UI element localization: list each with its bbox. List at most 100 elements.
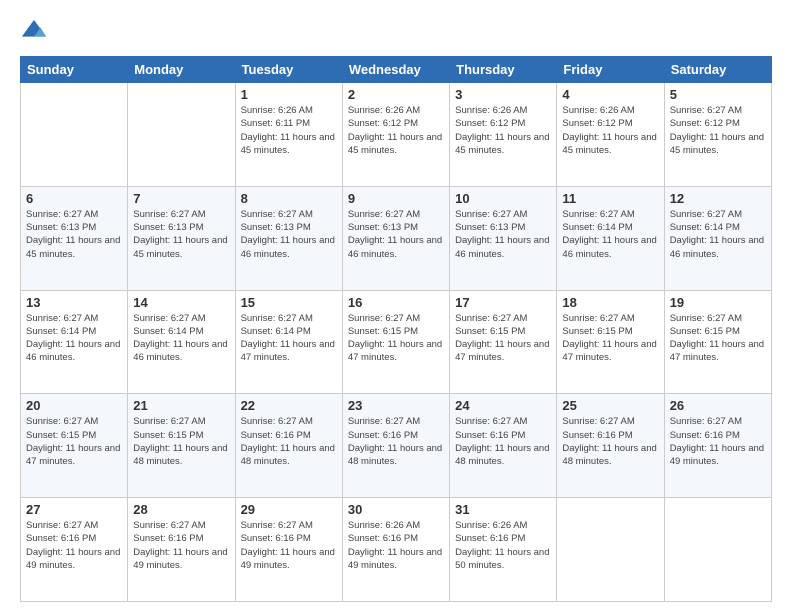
calendar-cell: 16 Sunrise: 6:27 AM Sunset: 6:15 PM Dayli… <box>342 290 449 394</box>
day-info: Sunrise: 6:27 AM Sunset: 6:16 PM Dayligh… <box>348 415 444 468</box>
day-number: 17 <box>455 295 551 310</box>
day-number: 16 <box>348 295 444 310</box>
calendar-cell: 12Sunrise: 6:27 AM Sunset: 6:14 PM Dayli… <box>664 186 771 290</box>
day-info: Sunrise: 6:27 AM Sunset: 6:13 PM Dayligh… <box>26 208 122 261</box>
day-info: Sunrise: 6:27 AM Sunset: 6:14 PM Dayligh… <box>670 208 766 261</box>
day-number: 19 <box>670 295 766 310</box>
day-info: Sunrise: 6:27 AM Sunset: 6:13 PM Dayligh… <box>348 208 444 261</box>
day-info: Sunrise: 6:27 AM Sunset: 6:16 PM Dayligh… <box>241 519 337 572</box>
calendar-cell: 23 Sunrise: 6:27 AM Sunset: 6:16 PM Dayli… <box>342 394 449 498</box>
weekday-header-row: SundayMondayTuesdayWednesdayThursdayFrid… <box>21 57 772 83</box>
day-info: Sunrise: 6:27 AM Sunset: 6:16 PM Dayligh… <box>670 415 766 468</box>
calendar-table: SundayMondayTuesdayWednesdayThursdayFrid… <box>20 56 772 602</box>
day-number: 22 <box>241 398 337 413</box>
day-info: Sunrise: 6:27 AM Sunset: 6:15 PM Dayligh… <box>562 312 658 365</box>
day-info: Sunrise: 6:26 AM Sunset: 6:12 PM Dayligh… <box>562 104 658 157</box>
logo <box>20 18 50 46</box>
day-number: 23 <box>348 398 444 413</box>
calendar-cell: 5 Sunrise: 6:27 AM Sunset: 6:12 PM Daylig… <box>664 83 771 187</box>
calendar-week-4: 20 Sunrise: 6:27 AM Sunset: 6:15 PM Dayli… <box>21 394 772 498</box>
logo-icon <box>20 18 48 46</box>
day-number: 8 <box>241 191 337 206</box>
day-info: Sunrise: 6:27 AM Sunset: 6:15 PM Dayligh… <box>26 415 122 468</box>
weekday-header-tuesday: Tuesday <box>235 57 342 83</box>
calendar-cell: 22 Sunrise: 6:27 AM Sunset: 6:16 PM Dayli… <box>235 394 342 498</box>
calendar-cell: 19 Sunrise: 6:27 AM Sunset: 6:15 PM Dayli… <box>664 290 771 394</box>
day-info: Sunrise: 6:27 AM Sunset: 6:16 PM Dayligh… <box>241 415 337 468</box>
day-info: Sunrise: 6:27 AM Sunset: 6:15 PM Dayligh… <box>348 312 444 365</box>
weekday-header-saturday: Saturday <box>664 57 771 83</box>
calendar-cell: 2Sunrise: 6:26 AM Sunset: 6:12 PM Daylig… <box>342 83 449 187</box>
weekday-header-friday: Friday <box>557 57 664 83</box>
calendar-cell: 9 Sunrise: 6:27 AM Sunset: 6:13 PM Daylig… <box>342 186 449 290</box>
day-number: 30 <box>348 502 444 517</box>
calendar-week-5: 27 Sunrise: 6:27 AM Sunset: 6:16 PM Dayli… <box>21 498 772 602</box>
weekday-header-thursday: Thursday <box>450 57 557 83</box>
day-number: 10 <box>455 191 551 206</box>
calendar-cell: 31 Sunrise: 6:26 AM Sunset: 6:16 PM Dayli… <box>450 498 557 602</box>
day-number: 3 <box>455 87 551 102</box>
calendar-cell <box>557 498 664 602</box>
day-info: Sunrise: 6:26 AM Sunset: 6:12 PM Dayligh… <box>348 104 444 157</box>
day-info: Sunrise: 6:26 AM Sunset: 6:12 PM Dayligh… <box>455 104 551 157</box>
day-number: 20 <box>26 398 122 413</box>
calendar-week-1: 1Sunrise: 6:26 AM Sunset: 6:11 PM Daylig… <box>21 83 772 187</box>
day-number: 14 <box>133 295 229 310</box>
day-info: Sunrise: 6:27 AM Sunset: 6:16 PM Dayligh… <box>133 519 229 572</box>
calendar-cell: 1Sunrise: 6:26 AM Sunset: 6:11 PM Daylig… <box>235 83 342 187</box>
calendar-cell: 14 Sunrise: 6:27 AM Sunset: 6:14 PM Dayli… <box>128 290 235 394</box>
day-info: Sunrise: 6:26 AM Sunset: 6:11 PM Dayligh… <box>241 104 337 157</box>
day-info: Sunrise: 6:27 AM Sunset: 6:13 PM Dayligh… <box>455 208 551 261</box>
calendar-cell: 13 Sunrise: 6:27 AM Sunset: 6:14 PM Dayli… <box>21 290 128 394</box>
day-info: Sunrise: 6:27 AM Sunset: 6:16 PM Dayligh… <box>562 415 658 468</box>
calendar-cell: 25 Sunrise: 6:27 AM Sunset: 6:16 PM Dayli… <box>557 394 664 498</box>
calendar-cell: 24Sunrise: 6:27 AM Sunset: 6:16 PM Dayli… <box>450 394 557 498</box>
day-info: Sunrise: 6:27 AM Sunset: 6:15 PM Dayligh… <box>670 312 766 365</box>
calendar-cell: 29Sunrise: 6:27 AM Sunset: 6:16 PM Dayli… <box>235 498 342 602</box>
day-number: 7 <box>133 191 229 206</box>
day-info: Sunrise: 6:26 AM Sunset: 6:16 PM Dayligh… <box>455 519 551 572</box>
day-number: 11 <box>562 191 658 206</box>
weekday-header-wednesday: Wednesday <box>342 57 449 83</box>
day-number: 5 <box>670 87 766 102</box>
calendar-cell: 8 Sunrise: 6:27 AM Sunset: 6:13 PM Daylig… <box>235 186 342 290</box>
calendar-cell <box>128 83 235 187</box>
calendar-cell: 28 Sunrise: 6:27 AM Sunset: 6:16 PM Dayli… <box>128 498 235 602</box>
calendar-cell: 11Sunrise: 6:27 AM Sunset: 6:14 PM Dayli… <box>557 186 664 290</box>
calendar-week-2: 6 Sunrise: 6:27 AM Sunset: 6:13 PM Daylig… <box>21 186 772 290</box>
day-number: 21 <box>133 398 229 413</box>
day-info: Sunrise: 6:27 AM Sunset: 6:14 PM Dayligh… <box>241 312 337 365</box>
day-number: 13 <box>26 295 122 310</box>
calendar-cell: 18 Sunrise: 6:27 AM Sunset: 6:15 PM Dayli… <box>557 290 664 394</box>
calendar-cell: 7Sunrise: 6:27 AM Sunset: 6:13 PM Daylig… <box>128 186 235 290</box>
day-number: 26 <box>670 398 766 413</box>
day-number: 25 <box>562 398 658 413</box>
day-info: Sunrise: 6:27 AM Sunset: 6:12 PM Dayligh… <box>670 104 766 157</box>
page: SundayMondayTuesdayWednesdayThursdayFrid… <box>0 0 792 612</box>
day-info: Sunrise: 6:27 AM Sunset: 6:16 PM Dayligh… <box>455 415 551 468</box>
day-info: Sunrise: 6:27 AM Sunset: 6:14 PM Dayligh… <box>133 312 229 365</box>
calendar-cell <box>664 498 771 602</box>
calendar-cell: 10 Sunrise: 6:27 AM Sunset: 6:13 PM Dayli… <box>450 186 557 290</box>
day-number: 18 <box>562 295 658 310</box>
day-info: Sunrise: 6:27 AM Sunset: 6:14 PM Dayligh… <box>26 312 122 365</box>
weekday-header-monday: Monday <box>128 57 235 83</box>
calendar-cell: 17 Sunrise: 6:27 AM Sunset: 6:15 PM Dayli… <box>450 290 557 394</box>
calendar-cell: 4 Sunrise: 6:26 AM Sunset: 6:12 PM Daylig… <box>557 83 664 187</box>
day-number: 9 <box>348 191 444 206</box>
calendar-cell: 20 Sunrise: 6:27 AM Sunset: 6:15 PM Dayli… <box>21 394 128 498</box>
calendar-cell: 30Sunrise: 6:26 AM Sunset: 6:16 PM Dayli… <box>342 498 449 602</box>
weekday-header-sunday: Sunday <box>21 57 128 83</box>
day-number: 28 <box>133 502 229 517</box>
day-info: Sunrise: 6:27 AM Sunset: 6:13 PM Dayligh… <box>241 208 337 261</box>
calendar-cell: 15 Sunrise: 6:27 AM Sunset: 6:14 PM Dayli… <box>235 290 342 394</box>
day-number: 15 <box>241 295 337 310</box>
day-number: 27 <box>26 502 122 517</box>
day-info: Sunrise: 6:27 AM Sunset: 6:15 PM Dayligh… <box>133 415 229 468</box>
day-number: 6 <box>26 191 122 206</box>
calendar-cell: 26 Sunrise: 6:27 AM Sunset: 6:16 PM Dayli… <box>664 394 771 498</box>
day-number: 31 <box>455 502 551 517</box>
calendar-cell: 6 Sunrise: 6:27 AM Sunset: 6:13 PM Daylig… <box>21 186 128 290</box>
day-info: Sunrise: 6:27 AM Sunset: 6:15 PM Dayligh… <box>455 312 551 365</box>
day-number: 4 <box>562 87 658 102</box>
